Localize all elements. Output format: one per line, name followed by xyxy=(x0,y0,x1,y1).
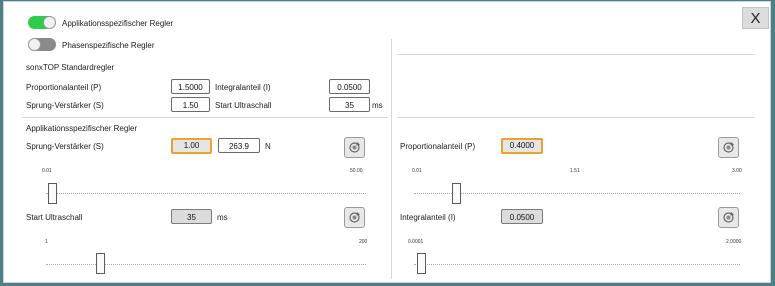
app-start-track xyxy=(46,264,366,266)
divider xyxy=(397,54,755,55)
app-force-unit: N xyxy=(265,142,271,151)
divider xyxy=(391,39,392,279)
right-p-max: 3.00 xyxy=(732,168,742,174)
app-start-label: Start Ultraschall xyxy=(26,213,83,222)
app-sprung-reset-button[interactable] xyxy=(344,137,365,158)
reset-icon xyxy=(723,142,735,153)
reset-icon xyxy=(723,212,735,223)
app-section-title: Applikationsspezifischer Regler xyxy=(26,124,138,133)
right-p-reset-button[interactable] xyxy=(718,137,739,158)
app-sprung-input[interactable]: 1.00 xyxy=(171,138,212,154)
app-controller-toggle-label: Applikationsspezifischer Regler xyxy=(62,19,174,28)
app-sprung-label: Sprung-Verstärker (S) xyxy=(26,142,104,151)
controller-panel: Applikationsspezifischer Regler Phasensp… xyxy=(3,1,771,283)
std-u-input[interactable]: 35 xyxy=(329,97,370,112)
app-force-input[interactable]: 263.9 xyxy=(218,138,260,153)
std-p-label: Proportionalanteil (P) xyxy=(26,83,102,92)
phase-controller-toggle-label: Phasenspezifische Regler xyxy=(62,41,155,50)
divider xyxy=(397,117,755,118)
right-i-max: 2.0000 xyxy=(726,239,742,245)
divider xyxy=(22,117,388,118)
right-i-label: Integralanteil (I) xyxy=(400,213,456,222)
std-u-unit: ms xyxy=(372,101,383,110)
phase-controller-toggle[interactable] xyxy=(28,38,56,51)
right-i-input[interactable]: 0.0500 xyxy=(501,209,543,224)
right-i-slider[interactable] xyxy=(416,253,426,274)
std-i-label: Integralanteil (I) xyxy=(215,83,271,92)
right-p-label: Proportionalanteil (P) xyxy=(400,142,476,151)
app-start-min: 1 xyxy=(45,239,48,245)
close-icon: X xyxy=(750,10,761,27)
right-p-slider[interactable] xyxy=(452,183,462,204)
app-controller-toggle[interactable] xyxy=(28,16,56,29)
std-s-input[interactable]: 1.50 xyxy=(171,97,210,112)
std-u-label: Start Ultraschall xyxy=(215,101,272,110)
app-start-max: 200 xyxy=(359,239,368,245)
app-start-unit: ms xyxy=(217,213,228,222)
std-s-label: Sprung-Verstärker (S) xyxy=(26,101,104,110)
app-start-input[interactable]: 35 xyxy=(171,209,212,224)
app-start-slider[interactable] xyxy=(96,253,106,274)
app-sprung-max: 50.00 xyxy=(350,168,363,174)
standard-section-title: sonxTOP Standardregler xyxy=(26,63,115,72)
app-sprung-slider[interactable] xyxy=(48,183,58,204)
reset-icon xyxy=(349,212,361,223)
reset-icon xyxy=(349,142,361,153)
close-button[interactable]: X xyxy=(742,7,769,29)
right-i-min: 0.0001 xyxy=(408,239,424,245)
app-sprung-min: 0.01 xyxy=(42,168,52,174)
right-p-min: 0.01 xyxy=(412,168,422,174)
right-i-reset-button[interactable] xyxy=(718,207,739,228)
app-sprung-track xyxy=(46,193,366,195)
right-p-input[interactable]: 0.4000 xyxy=(501,138,543,154)
std-p-input[interactable]: 1.5000 xyxy=(171,79,210,94)
right-i-track xyxy=(414,264,740,266)
std-i-input[interactable]: 0.0500 xyxy=(329,79,370,94)
right-p-track xyxy=(414,193,740,195)
app-start-reset-button[interactable] xyxy=(344,207,365,228)
right-p-mid: 1.51 xyxy=(570,168,580,174)
